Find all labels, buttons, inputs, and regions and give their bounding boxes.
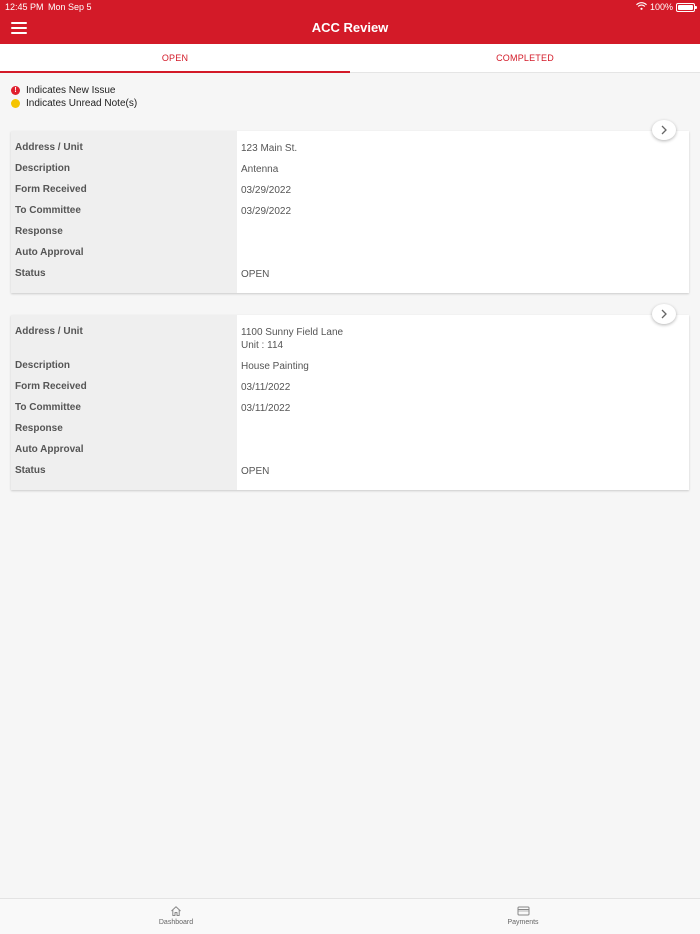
review-card[interactable]: Address / Unit 123 Main St. Description … [11, 131, 689, 293]
chevron-right-icon[interactable] [652, 304, 676, 324]
nav-dashboard[interactable]: Dashboard [116, 905, 236, 926]
form-received-value: 03/11/2022 [241, 382, 291, 393]
legend-new-issue: ! Indicates New Issue [11, 84, 137, 97]
to-committee-label: To Committee [15, 402, 81, 413]
home-icon [171, 906, 181, 916]
legend: ! Indicates New Issue Indicates Unread N… [11, 84, 137, 110]
address-value: 1100 Sunny Field Lane [241, 327, 344, 338]
description-value: House Painting [241, 361, 309, 372]
legend-new-issue-label: Indicates New Issue [26, 85, 116, 96]
status-label: Status [15, 268, 46, 279]
description-label: Description [15, 360, 71, 371]
status-date: Mon Sep 5 [48, 2, 92, 12]
status-value: OPEN [241, 466, 270, 477]
to-committee-label: To Committee [15, 205, 81, 216]
app-header: 12:45 PM Mon Sep 5 100% ACC Review [0, 0, 700, 44]
chevron-right-icon[interactable] [652, 120, 676, 140]
legend-unread-notes: Indicates Unread Note(s) [11, 97, 137, 110]
to-committee-value: 03/11/2022 [241, 403, 291, 414]
unit-value: Unit : 114 [241, 340, 284, 351]
status-right: 100% [636, 0, 697, 14]
address-label: Address / Unit [15, 326, 83, 337]
review-card[interactable]: Address / Unit 1100 Sunny Field Lane Uni… [11, 315, 689, 490]
auto-approval-label: Auto Approval [15, 444, 84, 455]
legend-unread-notes-label: Indicates Unread Note(s) [26, 98, 138, 109]
address-label: Address / Unit [15, 142, 83, 153]
status-time: 12:45 PM [5, 2, 44, 12]
to-committee-value: 03/29/2022 [241, 206, 292, 217]
nav-payments[interactable]: Payments [463, 905, 583, 926]
page-title: ACC Review [311, 20, 389, 35]
tab-bar: OPEN COMPLETED [0, 44, 700, 73]
nav-dashboard-label: Dashboard [158, 919, 194, 926]
bottom-nav: Dashboard Payments [0, 898, 700, 934]
unread-note-icon [11, 99, 20, 108]
new-issue-icon: ! [11, 86, 20, 95]
wifi-icon [636, 0, 647, 14]
form-received-label: Form Received [15, 184, 87, 195]
battery-icon [676, 3, 697, 12]
response-label: Response [15, 226, 63, 237]
card-icon [517, 906, 529, 916]
auto-approval-label: Auto Approval [15, 247, 84, 258]
response-label: Response [15, 423, 63, 434]
tab-completed[interactable]: COMPLETED [350, 44, 700, 72]
description-value: Antenna [241, 164, 279, 175]
form-received-value: 03/29/2022 [241, 185, 292, 196]
tab-open[interactable]: OPEN [0, 44, 350, 73]
battery-percent: 100% [649, 2, 673, 12]
nav-payments-label: Payments [507, 919, 539, 926]
status-bar: 12:45 PM Mon Sep 5 100% [0, 0, 700, 14]
status-label: Status [15, 465, 46, 476]
form-received-label: Form Received [15, 381, 87, 392]
description-label: Description [15, 163, 71, 174]
address-value: 123 Main St. [241, 143, 298, 154]
status-value: OPEN [241, 269, 270, 280]
